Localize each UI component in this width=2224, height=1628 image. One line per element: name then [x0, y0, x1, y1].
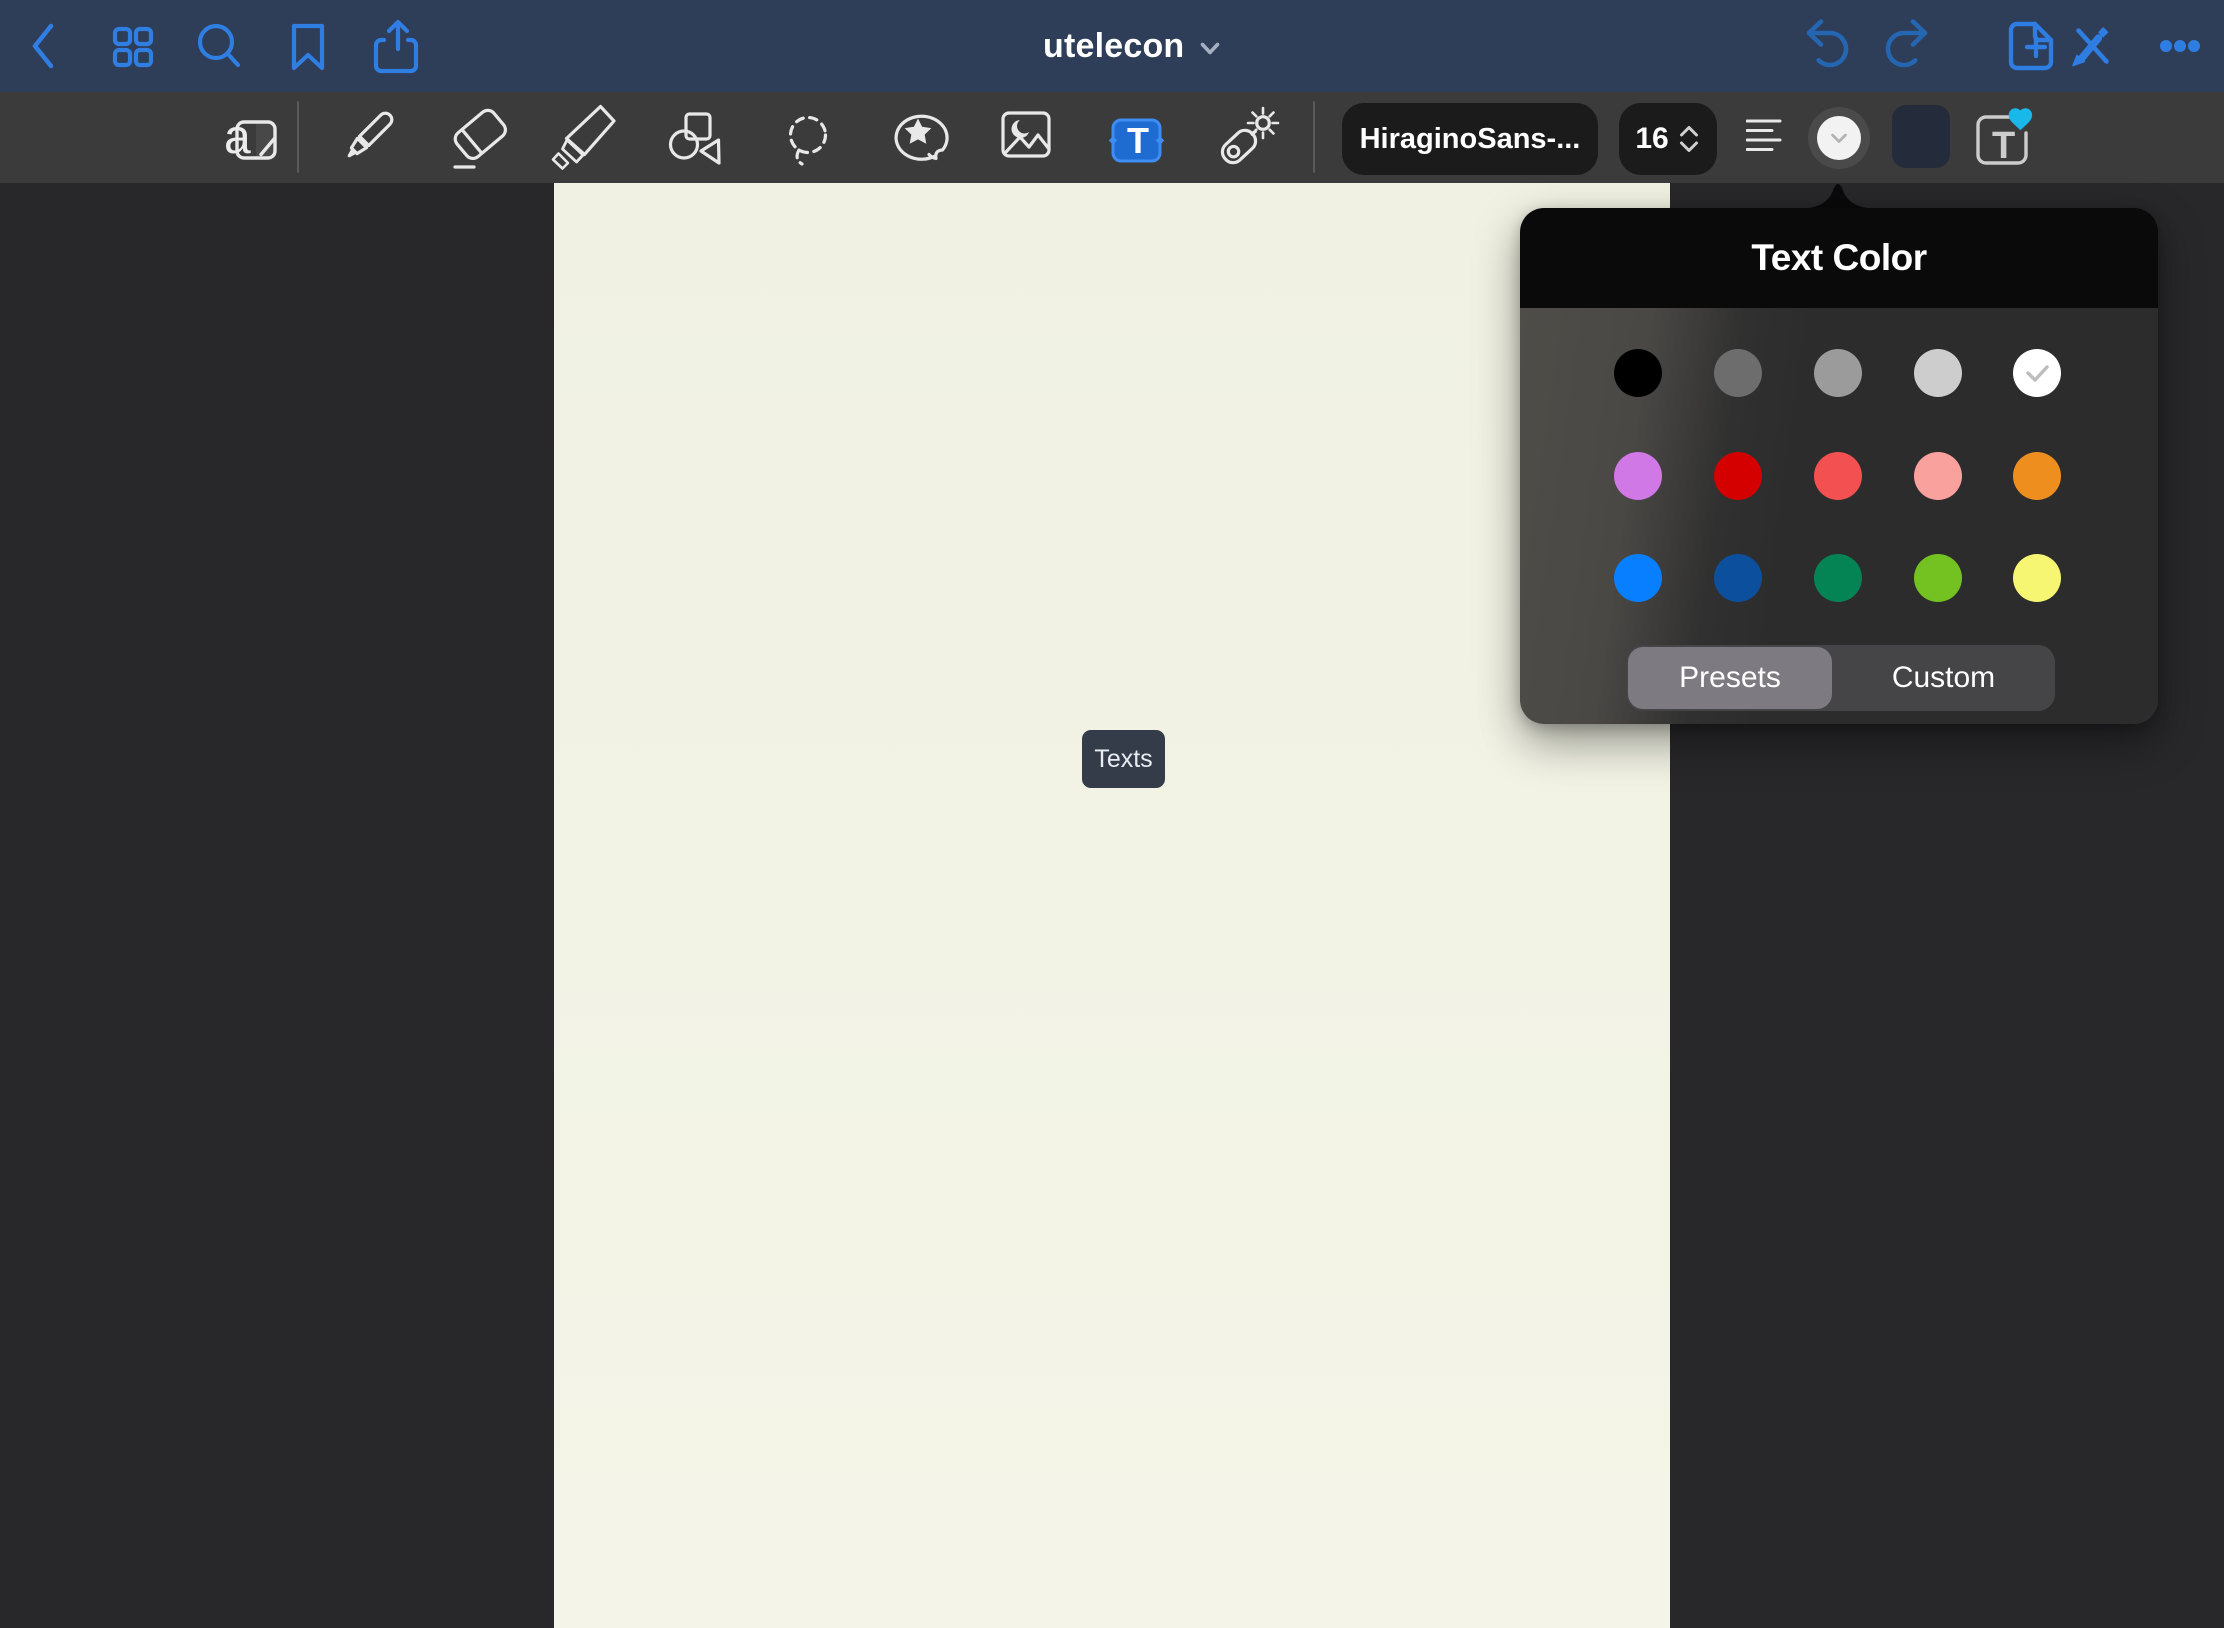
svg-text:T: T — [1992, 125, 2015, 167]
svg-text:T: T — [1127, 120, 1149, 161]
svg-text:a: a — [224, 111, 251, 164]
